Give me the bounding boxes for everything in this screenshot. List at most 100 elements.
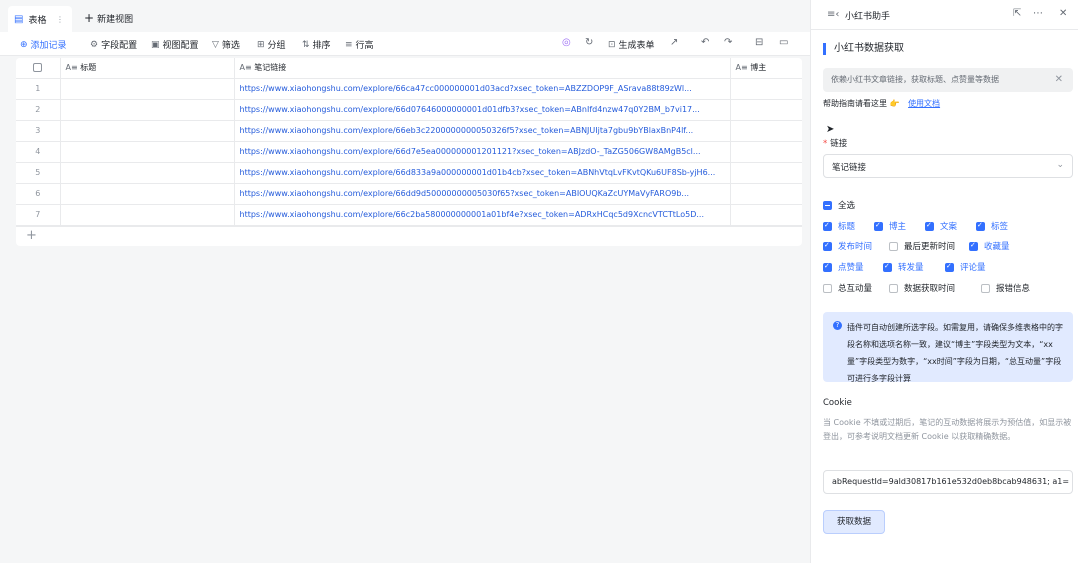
link-cell[interactable]: https://www.xiaohongshu.com/explore/66ca… xyxy=(234,78,731,100)
field-checkbox[interactable]: 最后更新时间 xyxy=(889,240,955,252)
collapse-icon[interactable]: ≡‹ xyxy=(827,9,839,20)
plugin-sidebar: ≡‹ 小红书助手 ⇱ ⋯ ✕ 小红书数据获取 依赖小红书文章链接，获取标题、点赞… xyxy=(810,0,1078,563)
undo-icon[interactable]: ↶ xyxy=(701,37,709,48)
close-icon[interactable]: ✕ xyxy=(1059,8,1067,19)
field-label: 评论量 xyxy=(960,263,986,273)
link-cell[interactable]: https://www.xiaohongshu.com/explore/66d0… xyxy=(234,99,731,121)
author-cell[interactable] xyxy=(730,162,802,184)
checkbox-box xyxy=(823,221,832,231)
more-icon[interactable]: ⋮ xyxy=(56,15,64,24)
author-cell[interactable] xyxy=(730,120,802,142)
add-record-button[interactable]: ⊕ 添加记录 xyxy=(20,38,67,52)
field-label: 转发量 xyxy=(898,263,924,273)
field-checkbox[interactable]: 文案 xyxy=(925,220,957,232)
title-cell[interactable] xyxy=(60,78,235,100)
mouse-cursor-icon: ➤ xyxy=(826,124,835,135)
close-icon[interactable]: ✕ xyxy=(1055,74,1063,85)
table-area: ▤ 表格 ⋮ + 新建视图 ⊕ 添加记录 ⚙ 字段配置 ▣ 视图配置 ▽ 筛选 ⊞ 分组 … xyxy=(0,0,810,563)
select-all-checkbox[interactable]: 全选 xyxy=(823,199,855,211)
table-row[interactable]: 4 https://www.xiaohongshu.com/explore/66d… xyxy=(16,141,802,163)
link-cell[interactable]: https://www.xiaohongshu.com/explore/66eb… xyxy=(234,120,731,142)
field-checkbox[interactable]: 博主 xyxy=(874,220,906,232)
share-icon[interactable]: ⇱ xyxy=(1013,8,1021,19)
table-row[interactable]: 2 https://www.xiaohongshu.com/explore/66d… xyxy=(16,99,802,121)
share-icon[interactable]: ↗ xyxy=(670,37,678,48)
column-header-link[interactable]: A≡ 笔记链接 xyxy=(234,58,731,79)
field-checkbox[interactable]: 报错信息 xyxy=(981,282,1030,294)
field-label: 最后更新时间 xyxy=(904,242,956,252)
filter-button[interactable]: ▽ 筛选 xyxy=(212,38,240,52)
cookie-input[interactable]: abRequestId=9ald30817b161e532d0eb8bcab94… xyxy=(823,470,1073,494)
field-checkbox[interactable]: 标题 xyxy=(823,220,855,232)
add-row-button[interactable]: + xyxy=(16,226,802,246)
toolbar: ⊕ 添加记录 ⚙ 字段配置 ▣ 视图配置 ▽ 筛选 ⊞ 分组 ⇅ 排序 ≡ 行高 ◎ ↻ ⊡ 生… xyxy=(0,32,810,56)
filter-icon: ▽ xyxy=(212,39,219,50)
author-cell[interactable] xyxy=(730,99,802,121)
field-label: 数据获取时间 xyxy=(904,284,956,294)
field-checkbox[interactable]: 转发量 xyxy=(883,261,924,273)
link-cell[interactable]: https://www.xiaohongshu.com/explore/66c2… xyxy=(234,204,731,226)
field-config-button[interactable]: ⚙ 字段配置 xyxy=(90,38,137,52)
author-cell[interactable] xyxy=(730,141,802,163)
comment-icon[interactable]: ▭ xyxy=(779,37,788,48)
table-row[interactable]: 7 https://www.xiaohongshu.com/explore/66c… xyxy=(16,204,802,226)
title-cell[interactable] xyxy=(60,183,235,205)
fetch-data-button[interactable]: 获取数据 xyxy=(823,510,885,534)
view-tab-bar: ▤ 表格 ⋮ + 新建视图 xyxy=(0,0,810,34)
filter-label: 筛选 xyxy=(221,41,240,51)
section-title: 小红书数据获取 xyxy=(823,43,904,55)
row-height-button[interactable]: ≡ 行高 xyxy=(345,38,374,52)
author-cell[interactable] xyxy=(730,183,802,205)
select-all-cell[interactable] xyxy=(16,58,61,79)
title-cell[interactable] xyxy=(60,141,235,163)
view-config-button[interactable]: ▣ 视图配置 xyxy=(151,38,199,52)
field-checkbox[interactable]: 点赞量 xyxy=(823,261,864,273)
refresh-icon[interactable]: ↻ xyxy=(585,37,593,48)
field-checkbox[interactable]: 数据获取时间 xyxy=(889,282,955,294)
tab-table[interactable]: ▤ 表格 ⋮ xyxy=(8,6,72,32)
gear-icon: ⚙ xyxy=(90,39,99,50)
sort-button[interactable]: ⇅ 排序 xyxy=(302,38,331,52)
sidebar-header: ≡‹ 小红书助手 ⇱ ⋯ ✕ xyxy=(811,0,1078,30)
table-row[interactable]: 6 https://www.xiaohongshu.com/explore/66d… xyxy=(16,183,802,205)
docs-link[interactable]: 使用文档 xyxy=(908,99,940,108)
group-button[interactable]: ⊞ 分组 xyxy=(257,38,286,52)
field-checkbox[interactable]: 评论量 xyxy=(945,261,986,273)
author-cell[interactable] xyxy=(730,78,802,100)
ai-icon[interactable]: ◎ xyxy=(562,37,571,48)
title-cell[interactable] xyxy=(60,204,235,226)
author-cell[interactable] xyxy=(730,204,802,226)
new-view-button[interactable]: + 新建视图 xyxy=(84,6,133,30)
column-label: 博主 xyxy=(750,63,767,73)
expand-icon[interactable]: ⊟ xyxy=(755,37,763,48)
link-cell[interactable]: https://www.xiaohongshu.com/explore/66d7… xyxy=(234,141,731,163)
table-row[interactable]: 5 https://www.xiaohongshu.com/explore/66d… xyxy=(16,162,802,184)
text-field-icon: A≡ xyxy=(65,63,81,73)
form-icon: ⊡ xyxy=(608,39,616,50)
link-cell[interactable]: https://www.xiaohongshu.com/explore/66dd… xyxy=(234,183,731,205)
row-number: 7 xyxy=(16,204,61,226)
link-cell[interactable]: https://www.xiaohongshu.com/explore/66d8… xyxy=(234,162,731,184)
field-checkbox[interactable]: 总互动量 xyxy=(823,282,872,294)
link-select-value: 笔记链接 xyxy=(832,163,867,173)
generate-form-button[interactable]: ⊡ 生成表单 xyxy=(608,38,655,52)
table-row[interactable]: 1 https://www.xiaohongshu.com/explore/66c… xyxy=(16,78,802,100)
generate-form-label: 生成表单 xyxy=(618,41,655,51)
column-header-author[interactable]: A≡ 博主 xyxy=(730,58,802,79)
field-checkbox[interactable]: 标签 xyxy=(976,220,1008,232)
more-icon[interactable]: ⋯ xyxy=(1033,8,1043,19)
field-checkbox[interactable]: 发布时间 xyxy=(823,240,872,252)
redo-icon[interactable]: ↷ xyxy=(724,37,732,48)
select-all-checkbox[interactable] xyxy=(33,63,43,73)
title-cell[interactable] xyxy=(60,120,235,142)
table-row[interactable]: 3 https://www.xiaohongshu.com/explore/66e… xyxy=(16,120,802,142)
title-cell[interactable] xyxy=(60,99,235,121)
column-header-title[interactable]: A≡ 标题 xyxy=(60,58,235,79)
info-banner: ? 插件可自动创建所选字段。如需复用，请确保多维表格中的字段名称和选项名称一致，… xyxy=(823,312,1073,383)
new-view-label: 新建视图 xyxy=(97,14,134,25)
field-checkbox[interactable]: 收藏量 xyxy=(969,240,1010,252)
title-cell[interactable] xyxy=(60,162,235,184)
link-field-select[interactable]: 笔记链接 ⌄ xyxy=(823,154,1073,178)
checkbox-box xyxy=(823,241,832,251)
field-label: 总互动量 xyxy=(838,284,873,294)
